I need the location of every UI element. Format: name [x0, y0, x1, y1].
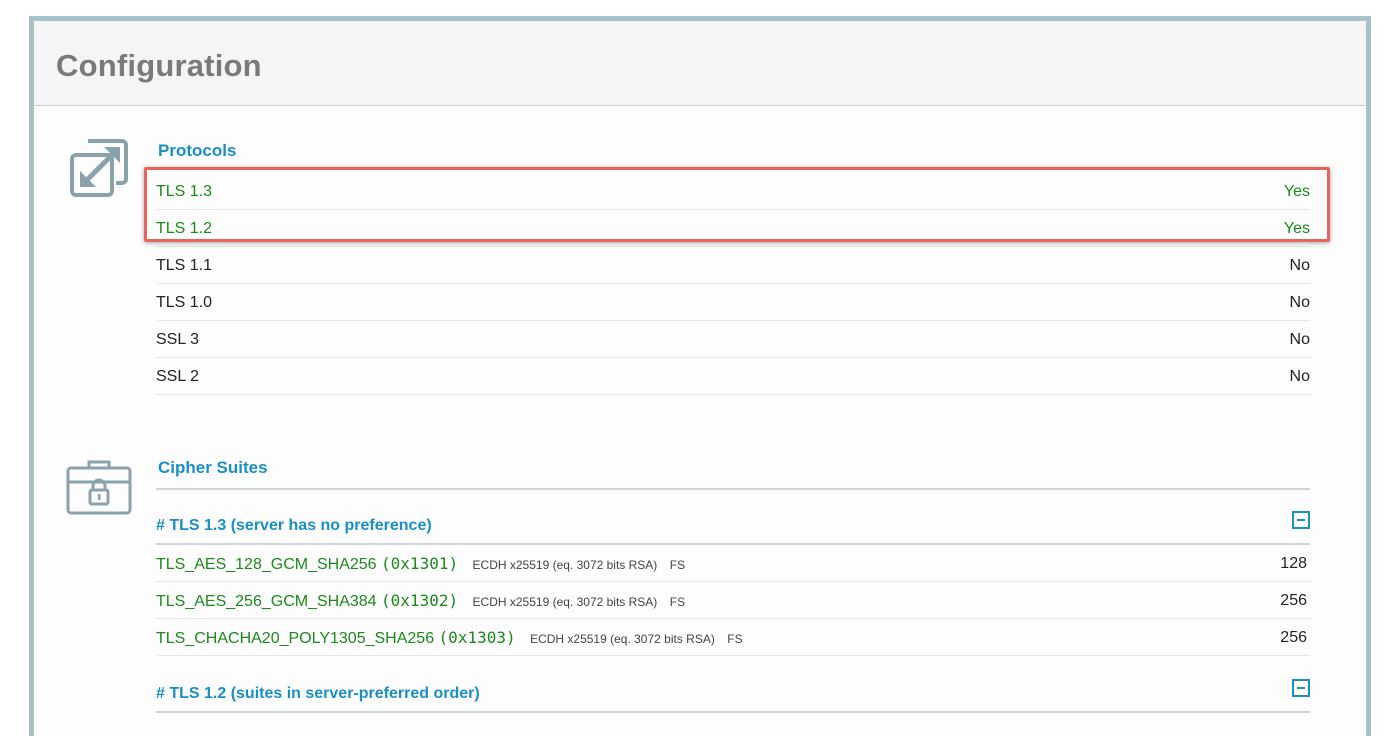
cipher-detail: ECDH x25519 (eq. 3072 bits RSA): [530, 632, 715, 646]
cipher-group-header: # TLS 1.2 (suites in server-preferred or…: [156, 671, 1310, 713]
protocol-name: SSL 3: [156, 331, 199, 348]
cipher-group-header: # TLS 1.3 (server has no preference): [156, 503, 1310, 545]
fs-label: FS: [669, 558, 686, 572]
cipher-bits: 256: [1280, 629, 1307, 646]
protocol-name: TLS 1.1: [156, 257, 213, 274]
cipher-group-label: # TLS 1.2 (suites in server-preferred or…: [156, 685, 480, 702]
cipher-code: (0x1302): [381, 591, 459, 610]
cipher-code: (0x1301): [381, 554, 459, 573]
cipher-row: TLS_AES_128_GCM_SHA256 (0x1301) ECDH x25…: [156, 545, 1310, 582]
fs-label: FS: [669, 595, 686, 609]
panel-header: Configuration: [34, 21, 1366, 106]
collapse-button[interactable]: [1292, 679, 1310, 697]
cipher-detail: ECDH x25519 (eq. 3072 bits RSA): [472, 595, 658, 609]
resize-arrows-icon: [70, 139, 128, 197]
protocol-status: No: [1289, 257, 1310, 274]
protocol-status: No: [1289, 294, 1310, 311]
cipher-row: TLS_CHACHA20_POLY1305_SHA256 (0x1303) EC…: [156, 619, 1310, 656]
section-divider: [156, 488, 1310, 490]
cipher-bits: 256: [1280, 592, 1307, 609]
protocols-title: Protocols: [158, 141, 237, 160]
toolbox-lock-icon: [66, 460, 132, 515]
protocol-row: TLS 1.0 No: [156, 284, 1310, 321]
protocol-name: TLS 1.0: [156, 294, 213, 311]
cipher-name: TLS_CHACHA20_POLY1305_SHA256: [156, 630, 435, 647]
fs-label: FS: [727, 632, 743, 646]
highlight-box: [144, 167, 1330, 242]
cipher-name: TLS_AES_256_GCM_SHA384: [156, 593, 377, 610]
protocol-row: TLS 1.1 No: [156, 247, 1310, 284]
cipher-detail: ECDH x25519 (eq. 3072 bits RSA): [472, 558, 658, 572]
panel-title: Configuration: [56, 48, 262, 83]
protocol-status: No: [1289, 368, 1310, 385]
protocol-row: SSL 3 No: [156, 321, 1310, 358]
protocol-status: No: [1289, 331, 1310, 348]
cipher-group-label: # TLS 1.3 (server has no preference): [156, 517, 432, 534]
cipher-suites-title: Cipher Suites: [158, 458, 268, 477]
protocol-row: SSL 2 No: [156, 358, 1310, 395]
cipher-name: TLS_AES_128_GCM_SHA256: [156, 556, 377, 573]
protocol-name: SSL 2: [156, 368, 199, 385]
cipher-row: TLS_AES_256_GCM_SHA384 (0x1302) ECDH x25…: [156, 582, 1310, 619]
configuration-panel: Configuration Protocols TLS 1.3 Yes TLS …: [29, 16, 1371, 736]
collapse-button[interactable]: [1292, 511, 1310, 529]
cipher-code: (0x1303): [438, 628, 516, 647]
cipher-bits: 128: [1280, 555, 1307, 572]
